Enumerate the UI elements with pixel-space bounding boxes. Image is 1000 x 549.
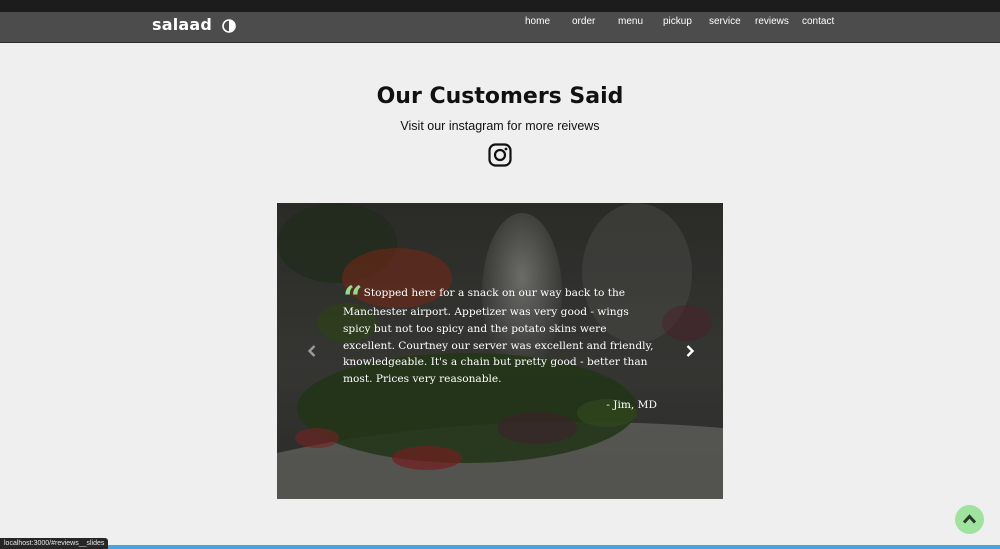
top-strip bbox=[0, 0, 1000, 12]
review-author: - Jim, MD bbox=[606, 399, 657, 411]
main-nav: home order menu pickup service reviews c… bbox=[0, 16, 1000, 36]
section-subtitle: Visit our instagram for more reivews bbox=[400, 119, 600, 133]
nav-pickup[interactable]: pickup bbox=[663, 16, 692, 27]
chevron-up-icon bbox=[962, 514, 977, 524]
chevron-right-icon[interactable] bbox=[681, 342, 699, 360]
status-bar-url: localhost:3000/#reviews__slides bbox=[0, 538, 109, 549]
section-title: Our Customers Said bbox=[376, 84, 624, 109]
scroll-to-top-button[interactable] bbox=[955, 505, 984, 534]
nav-menu[interactable]: menu bbox=[618, 16, 643, 27]
review-quote: “Stopped here for a snack on our way bac… bbox=[343, 279, 655, 388]
nav-reviews[interactable]: reviews bbox=[755, 16, 789, 27]
navbar: salaad home order menu pickup service re… bbox=[0, 12, 1000, 43]
bottom-accent-bar bbox=[0, 545, 1000, 549]
nav-order[interactable]: order bbox=[572, 16, 595, 27]
nav-home[interactable]: home bbox=[525, 16, 550, 27]
instagram-icon[interactable] bbox=[488, 143, 512, 167]
nav-contact[interactable]: contact bbox=[802, 16, 834, 27]
reviews-carousel: “Stopped here for a snack on our way bac… bbox=[277, 203, 723, 499]
quote-mark-icon: “ bbox=[343, 279, 362, 319]
review-text: Stopped here for a snack on our way back… bbox=[343, 287, 654, 386]
nav-service[interactable]: service bbox=[709, 16, 741, 27]
chevron-left-icon[interactable] bbox=[303, 342, 321, 360]
